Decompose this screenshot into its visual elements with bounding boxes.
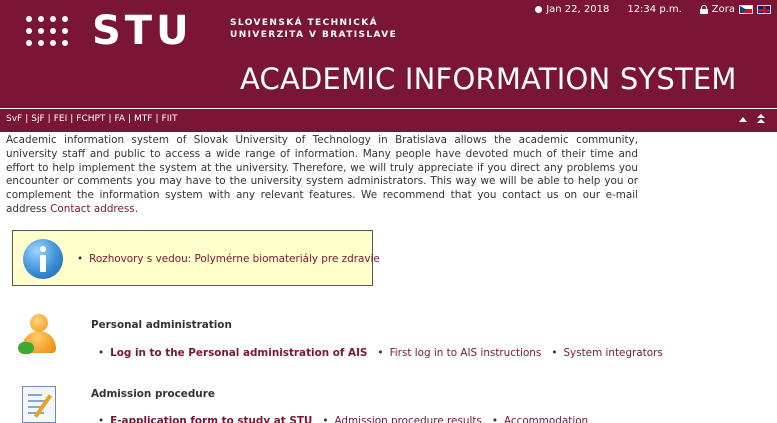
admission-results-link[interactable]: Admission procedure results bbox=[335, 415, 482, 423]
news-box: • Rozhovory s vedou: Polymérne biomateriá… bbox=[12, 230, 380, 286]
clock-icon bbox=[535, 5, 543, 13]
news-link[interactable]: Rozhovory s vedou: Polymérne biomateriál… bbox=[89, 253, 380, 265]
info-icon bbox=[23, 239, 63, 279]
document-icon bbox=[22, 386, 56, 423]
faculty-link-fei[interactable]: FEI bbox=[54, 114, 68, 124]
contact-address-link[interactable]: Contact address bbox=[50, 203, 135, 215]
current-date: Jan 22, 2018 bbox=[546, 3, 610, 15]
stu-logo-text[interactable]: STU bbox=[92, 8, 193, 54]
university-name-line1: SLOVENSKÁ TECHNICKÁ bbox=[230, 18, 378, 28]
user-link[interactable]: Zora bbox=[712, 4, 735, 15]
university-name-line2: UNIVERZITA V BRATISLAVE bbox=[230, 30, 398, 40]
english-flag-icon[interactable] bbox=[757, 4, 771, 14]
lock-icon bbox=[699, 5, 708, 14]
accommodation-link[interactable]: Accommodation bbox=[504, 415, 588, 423]
admission-procedure-links: • E-application form to study at STU • Admi… bbox=[98, 415, 588, 423]
faculty-link-svf[interactable]: SvF bbox=[6, 114, 22, 124]
faculty-link-fchpt[interactable]: FCHPT bbox=[76, 114, 105, 124]
first-login-instructions-link[interactable]: First log in to AIS instructions bbox=[390, 347, 542, 359]
faculty-link-mtf[interactable]: MTF bbox=[134, 114, 152, 124]
page-title: ACADEMIC INFORMATION SYSTEM bbox=[240, 62, 737, 96]
faculty-link-sjf[interactable]: SjF bbox=[31, 114, 44, 124]
double-arrow-up-icon[interactable] bbox=[757, 114, 765, 124]
nav-arrows bbox=[739, 114, 765, 124]
personal-administration-links: • Log in to the Personal administration o… bbox=[98, 347, 663, 359]
e-application-link[interactable]: E-application form to study at STU bbox=[110, 415, 312, 423]
university-name: SLOVENSKÁ TECHNICKÁ UNIVERZITA V BRATISL… bbox=[230, 17, 397, 41]
personal-administration-title: Personal administration bbox=[91, 319, 232, 331]
person-icon bbox=[18, 314, 60, 358]
admission-procedure-title: Admission procedure bbox=[91, 388, 215, 400]
faculty-link-fiit[interactable]: FIIT bbox=[162, 114, 178, 124]
current-time: 12:34 p.m. bbox=[627, 3, 682, 15]
czech-flag-icon[interactable] bbox=[739, 4, 753, 14]
arrow-up-icon[interactable] bbox=[739, 117, 747, 122]
stu-logo-dots bbox=[26, 16, 80, 50]
top-status-bar: Jan 22, 2018 12:34 p.m. Zora bbox=[535, 2, 771, 16]
system-integrators-link[interactable]: System integrators bbox=[563, 347, 662, 359]
login-personal-admin-link[interactable]: Log in to the Personal administration of… bbox=[110, 347, 367, 359]
site-header: STU SLOVENSKÁ TECHNICKÁ UNIVERZITA V BRA… bbox=[0, 0, 777, 108]
intro-paragraph: Academic information system of Slovak Un… bbox=[6, 134, 638, 217]
faculty-link-fa[interactable]: FA bbox=[114, 114, 125, 124]
faculty-links: SvF | SjF | FEI | FCHPT | FA | MTF | FIIT bbox=[6, 114, 178, 124]
intro-end: . bbox=[134, 202, 138, 215]
faculty-nav: SvF | SjF | FEI | FCHPT | FA | MTF | FIIT bbox=[0, 108, 777, 132]
news-item: • Rozhovory s vedou: Polymérne biomateriá… bbox=[77, 253, 380, 265]
